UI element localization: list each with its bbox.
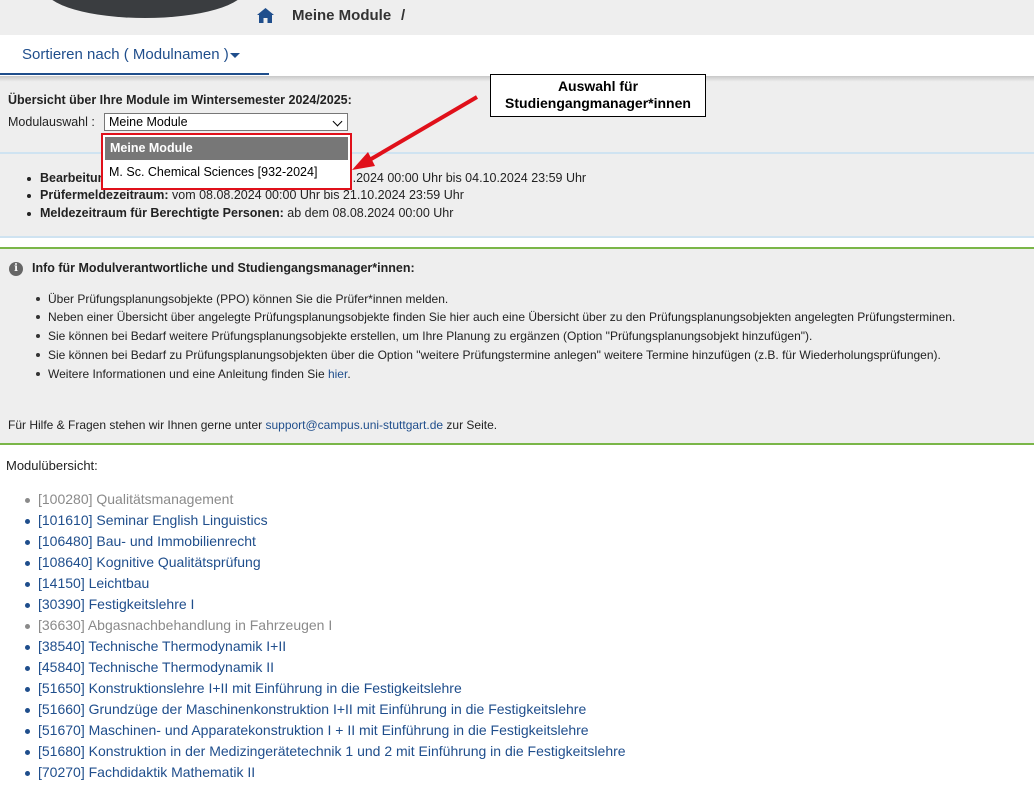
annotation-arrow-icon [352,95,479,170]
